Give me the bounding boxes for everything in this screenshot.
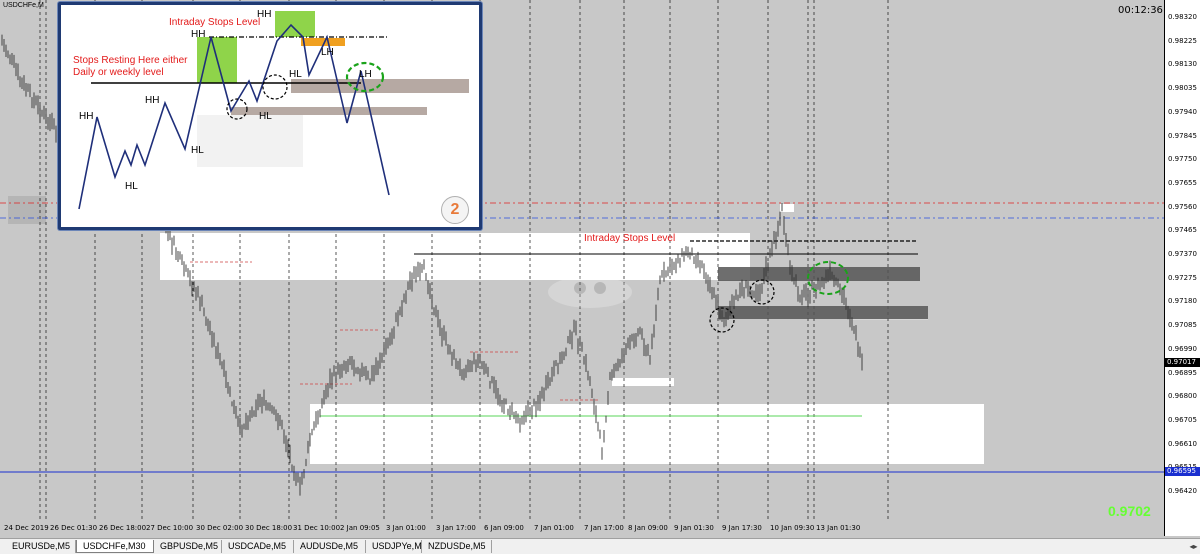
step-number-badge: 2: [441, 196, 469, 224]
hh-zone-green: [275, 11, 315, 37]
highlight-zone: [310, 404, 984, 464]
supply-zone: [718, 267, 920, 281]
inset-diagram: Intraday Stops Level Stops Resting Here …: [58, 2, 482, 230]
inset-stops-line1: Stops Resting Here either: [73, 55, 188, 66]
price-tick-label: 0.98130: [1168, 60, 1197, 69]
candle-timer: 00:12:36: [1118, 5, 1163, 16]
time-tick-label: 3 Jan 17:00: [436, 524, 476, 532]
price-tick-label: 0.97560: [1168, 202, 1197, 211]
time-axis[interactable]: 24 Dec 2019 26 Dec 01:30 26 Dec 18:00 27 De…: [0, 520, 1164, 536]
dashed-circle-marker: [262, 74, 288, 100]
time-tick-label: 26 Dec 01:30: [50, 524, 98, 532]
chart-tab-eurusde-m5[interactable]: EURUSDe,M5: [6, 540, 76, 553]
price-tick-label: 0.97845: [1168, 131, 1197, 140]
watermark-eye: [574, 282, 586, 294]
time-tick-label: 31 Dec 10:00: [293, 524, 341, 532]
time-tick-label: 26 Dec 18:00: [99, 524, 147, 532]
swing-label-hh: HH: [257, 9, 272, 20]
price-tick-label: 0.98035: [1168, 84, 1197, 93]
swing-label-hl: HL: [191, 145, 204, 156]
chart-tab-nzdusde-m5[interactable]: NZDUSDe,M5: [422, 540, 492, 553]
price-tick-label: 0.97655: [1168, 178, 1197, 187]
chart-area[interactable]: USDCHFe,M 00:12:36 Intraday Stops Level …: [0, 0, 1164, 536]
price-tick-label: 0.98225: [1168, 36, 1197, 45]
time-tick-label: 8 Jan 09:00: [628, 524, 668, 532]
price-tick-label: 0.97940: [1168, 107, 1197, 116]
price-tick-label: 0.97180: [1168, 297, 1197, 306]
chart-tab-usdchfe-m30[interactable]: USDCHFe,M30: [76, 540, 154, 553]
price-tick-label: 0.97465: [1168, 226, 1197, 235]
tab-scroll-arrows-icon[interactable]: ◂▸: [1188, 540, 1199, 553]
watermark-owl-icon: [548, 276, 632, 308]
time-tick-label: 6 Jan 09:00: [484, 524, 524, 532]
time-tick-label: 24 Dec 2019: [4, 524, 49, 532]
chart-tab-audusde-m5[interactable]: AUDUSDe,M5: [294, 540, 366, 553]
watermark-wing: [548, 276, 632, 308]
swing-label-hl: HL: [259, 111, 272, 122]
price-tick-label: 0.96895: [1168, 368, 1197, 377]
time-tick-label: 10 Jan 09:30: [770, 524, 815, 532]
time-tick-label: 30 Dec 18:00: [245, 524, 293, 532]
price-tick-label: 0.96705: [1168, 415, 1197, 424]
price-tick-label: 0.97370: [1168, 250, 1197, 258]
swing-label-hl: HL: [289, 69, 302, 80]
chart-tab-usdjpye-m1[interactable]: USDJPYe,M1: [366, 540, 427, 553]
blue-level-box: 0.96595: [1165, 467, 1200, 476]
chart-tab-usdcade-m5[interactable]: USDCADe,M5: [222, 540, 294, 553]
price-tick-label: 0.96800: [1168, 392, 1197, 401]
chart-intraday-stops-label: Intraday Stops Level: [584, 233, 676, 244]
time-tick-label: 9 Jan 01:30: [674, 524, 714, 532]
inset-intraday-label: Intraday Stops Level: [169, 17, 261, 28]
swing-label-lh: LH: [359, 69, 372, 80]
price-tick-label: 0.96420: [1168, 487, 1197, 495]
price-tick-label: 0.97275: [1168, 273, 1197, 282]
current-price-display: 0.9702: [1108, 503, 1151, 519]
chart-tab-gbpusde-m5[interactable]: GBPUSDe,M5: [154, 540, 222, 553]
time-tick-label: 9 Jan 17:30: [722, 524, 762, 532]
time-tick-label: 3 Jan 01:00: [386, 524, 426, 532]
current-price-box: 0.97017: [1165, 358, 1200, 367]
time-tick-label: 27 Dec 10:00: [146, 524, 194, 532]
demand-zone: [718, 306, 928, 319]
chart-tab-bar: ◂▸ EURUSDe,M5 USDCHFe,M30 GBPUSDe,M5 USDCAD…: [0, 538, 1200, 554]
time-tick-label: 2 Jan 09:05: [340, 524, 380, 532]
time-tick-label: 13 Jan 01:30: [816, 524, 861, 532]
swing-label-hh: HH: [79, 111, 94, 122]
time-tick-label: 7 Jan 17:00: [584, 524, 624, 532]
watermark-owl-icon: [197, 115, 303, 167]
price-axis[interactable]: 0.98320 0.98225 0.98130 0.98035 0.97940 0.978…: [1164, 0, 1200, 536]
highlight-zone: [612, 378, 674, 386]
time-tick-label: 30 Dec 02:00: [196, 524, 244, 532]
price-tick-label: 0.97085: [1168, 321, 1197, 330]
watermark-eye: [594, 282, 606, 294]
inset-stops-line2: Daily or weekly level: [73, 67, 164, 78]
swing-label-lh: LH: [321, 47, 334, 58]
swing-label-hh: HH: [191, 29, 206, 40]
swing-label-hl: HL: [125, 181, 138, 192]
time-tick-label: 7 Jan 01:00: [534, 524, 574, 532]
price-tick-label: 0.98320: [1168, 13, 1197, 21]
price-tick-label: 0.96990: [1168, 344, 1197, 353]
price-tick-label: 0.97750: [1168, 155, 1197, 164]
price-tick-label: 0.96610: [1168, 439, 1197, 448]
swing-label-hh: HH: [145, 95, 160, 106]
symbol-title: USDCHFe,M: [3, 2, 44, 9]
